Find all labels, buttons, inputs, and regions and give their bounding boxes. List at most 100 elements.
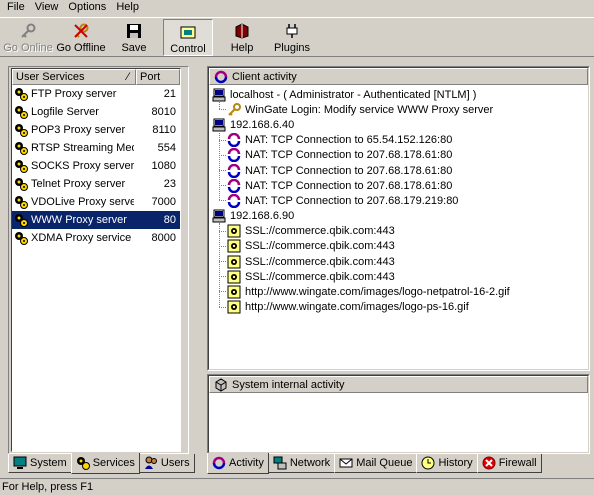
tree-item-label: localhost - ( Administrator - Authentica… [230, 88, 477, 101]
control-panel-icon [179, 24, 197, 41]
client-activity-tree[interactable]: localhost - ( Administrator - Authentica… [209, 85, 588, 315]
tab-users[interactable]: Users [138, 454, 195, 473]
tree-activity-item[interactable]: SSL://commerce.qbik.com:443 [209, 239, 588, 254]
tree-activity-item[interactable]: NAT: TCP Connection to 207.68.178.61:80 [209, 148, 588, 163]
key-icon [227, 102, 241, 117]
users-icon [144, 456, 158, 470]
tree-client-node[interactable]: 192.168.6.40 [209, 117, 588, 132]
tree-client-node[interactable]: localhost - ( Administrator - Authentica… [209, 87, 588, 102]
cube-icon [214, 377, 228, 392]
monitor-icon [13, 456, 27, 470]
www-icon [227, 300, 241, 314]
floppy-disk-icon [125, 22, 143, 40]
tree-item-label: SSL://commerce.qbik.com:443 [245, 255, 395, 268]
tree-item-label: 192.168.6.90 [230, 210, 295, 223]
status-bar: For Help, press F1 [0, 478, 594, 495]
service-icon [14, 105, 28, 119]
client-activity-header: Client activity [209, 68, 588, 85]
tree-activity-item[interactable]: SSL://commerce.qbik.com:443 [209, 224, 588, 239]
service-icon [14, 123, 28, 137]
toolbar: Go Online Go Offline Save Control Help P… [0, 17, 594, 57]
tab-services[interactable]: Services [70, 453, 140, 474]
tree-item-label: NAT: TCP Connection to 207.68.179.219:80 [245, 194, 459, 207]
save-button[interactable]: Save [109, 18, 159, 56]
menu-view[interactable]: View [30, 0, 64, 16]
nat-icon [227, 178, 241, 193]
service-row[interactable]: WWW Proxy server 80 [12, 211, 180, 229]
menu-bar: File View Options Help [0, 0, 594, 16]
left-tab-bar: System Services Users [8, 453, 195, 475]
service-port: 1080 [151, 160, 176, 172]
service-row[interactable]: Logfile Server 8010 [12, 103, 180, 121]
tree-activity-item[interactable]: SSL://commerce.qbik.com:443 [209, 269, 588, 284]
service-row[interactable]: Telnet Proxy server 23 [12, 175, 180, 193]
service-name: Telnet Proxy server [31, 178, 126, 190]
tree-activity-item[interactable]: http://www.wingate.com/images/logo-netpa… [209, 284, 588, 299]
service-row[interactable]: XDMA Proxy service 8000 [12, 229, 180, 247]
tree-activity-item[interactable]: NAT: TCP Connection to 65.54.152.126:80 [209, 132, 588, 148]
www-icon [227, 285, 241, 299]
service-icon [14, 177, 28, 191]
tree-activity-item[interactable]: SSL://commerce.qbik.com:443 [209, 254, 588, 269]
tree-item-label: NAT: TCP Connection to 207.68.178.61:80 [245, 149, 453, 162]
service-row[interactable]: FTP Proxy server 21 [12, 85, 180, 103]
service-port: 8000 [151, 232, 176, 244]
go-online-button[interactable]: Go Online [3, 18, 53, 56]
tree-connector [219, 101, 220, 109]
tree-activity-item[interactable]: NAT: TCP Connection to 207.68.179.219:80 [209, 193, 588, 209]
tree-activity-item[interactable]: http://www.wingate.com/images/logo-ps-16… [209, 300, 588, 315]
service-icon [14, 195, 28, 209]
service-port: 554 [157, 142, 176, 154]
tree-activity-item[interactable]: NAT: TCP Connection to 207.68.178.61:80 [209, 178, 588, 193]
control-button[interactable]: Control [163, 19, 213, 56]
tree-item-label: http://www.wingate.com/images/logo-netpa… [245, 286, 510, 299]
tab-mail-queue[interactable]: Mail Queue [334, 454, 418, 473]
tree-item-label: SSL://commerce.qbik.com:443 [245, 270, 395, 283]
service-row[interactable]: RTSP Streaming Medi... 554 [12, 139, 180, 157]
service-icon [14, 213, 28, 227]
plug-icon [283, 22, 301, 40]
menu-file[interactable]: File [2, 0, 30, 16]
key-icon [19, 22, 37, 40]
www-icon [227, 270, 241, 284]
tab-system[interactable]: System [8, 454, 72, 473]
service-icon [14, 231, 28, 245]
tab-activity[interactable]: Activity [207, 453, 269, 474]
service-name: VDOLive Proxy server [31, 196, 134, 208]
header-user-services[interactable]: User Services ∕ [12, 69, 136, 85]
menu-help[interactable]: Help [111, 0, 144, 16]
service-row[interactable]: SOCKS Proxy server 1080 [12, 157, 180, 175]
service-icon [14, 159, 28, 173]
firewall-icon [482, 456, 496, 470]
header-port[interactable]: Port [136, 69, 180, 85]
activity-icon [212, 456, 226, 470]
tree-item-label: NAT: TCP Connection to 207.68.178.61:80 [245, 164, 453, 177]
gears-icon [76, 456, 90, 470]
computer-icon [212, 88, 226, 102]
nat-icon [227, 132, 241, 148]
help-button[interactable]: Help [217, 18, 267, 56]
status-text: For Help, press F1 [2, 481, 94, 493]
plugins-button[interactable]: Plugins [267, 18, 317, 56]
tab-history[interactable]: History [416, 454, 478, 473]
service-row[interactable]: VDOLive Proxy server 7000 [12, 193, 180, 211]
mail-icon [339, 456, 353, 470]
go-offline-button[interactable]: Go Offline [53, 18, 109, 56]
tab-firewall[interactable]: Firewall [476, 454, 542, 473]
service-icon [14, 87, 28, 101]
www-icon [227, 224, 241, 238]
tab-network[interactable]: Network [267, 454, 336, 473]
service-row[interactable]: POP3 Proxy server 8110 [12, 121, 180, 139]
tree-connector [219, 131, 220, 200]
service-port: 80 [163, 214, 176, 226]
tree-activity-item[interactable]: NAT: TCP Connection to 207.68.178.61:80 [209, 163, 588, 178]
services-list[interactable]: User Services ∕ Port FTP Proxy server 21 L… [11, 68, 181, 452]
tree-activity-item[interactable]: WinGate Login: Modify service WWW Proxy … [209, 102, 588, 117]
system-activity-header: System internal activity [209, 376, 588, 393]
tree-client-node[interactable]: 192.168.6.90 [209, 209, 588, 224]
www-icon [227, 255, 241, 269]
service-port: 8110 [152, 124, 176, 136]
menu-options[interactable]: Options [63, 0, 111, 16]
nat-icon [227, 148, 241, 163]
client-activity-panel: Client activity localhost - ( Administra… [207, 66, 590, 371]
